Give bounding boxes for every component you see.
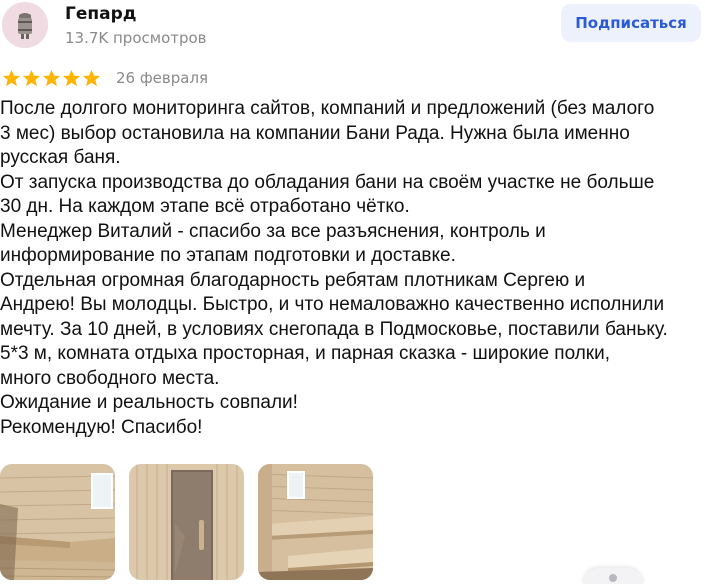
star-icon <box>62 69 81 86</box>
author-views-count: 13.7K просмотров <box>65 29 207 47</box>
review-text-line: От запуска производства до обладания бан… <box>0 171 655 193</box>
review-text-line: 30 дн. На каждом этапе всё отработано чё… <box>0 196 410 217</box>
dot-icon <box>609 574 617 582</box>
sauna-bucket-icon <box>2 2 48 48</box>
review-text-line: Андрею! Вы молодцы. Быстро, и что немало… <box>0 294 665 315</box>
sauna-glass-door-photo[interactable] <box>129 464 244 580</box>
rating-row: 26 февраля <box>2 67 208 89</box>
review-text-line: После долгого мониторинга сайтов, компан… <box>0 98 655 119</box>
review-date: 26 февраля <box>116 69 209 87</box>
author-name[interactable]: Гепард <box>65 4 136 24</box>
sauna-steam-room-benches-photo[interactable] <box>258 464 373 580</box>
review-text-line: мечту. За 10 дней, в условиях снегопада … <box>0 318 668 340</box>
review-text-line: Отдельная огромная благодарность ребятам… <box>0 269 586 291</box>
scroll-more-hint[interactable] <box>583 568 643 584</box>
review-text-line: русская баня. <box>0 147 121 168</box>
author-avatar[interactable] <box>2 2 48 48</box>
review-text-line: информирование по этапам подготовки и до… <box>0 245 456 266</box>
review-text-line: много свободного места. <box>0 367 220 389</box>
star-icon <box>42 69 61 86</box>
review-text-line: 3 мес) выбор остановила на компании Бани… <box>0 122 630 144</box>
star-icon <box>2 69 21 86</box>
review-text-line: Ожидание и реальность совпали! <box>0 392 298 413</box>
review-text-line: Менеджер Виталий - спасибо за все разъяс… <box>0 220 546 242</box>
star-icon <box>22 69 41 86</box>
review-text-line: Рекомендую! Спасибо! <box>0 416 203 438</box>
star-icon <box>82 69 101 86</box>
review-text-line: 5*3 м, комната отдыха просторная, и парн… <box>0 343 611 364</box>
review-header: Гепард 13.7K просмотров Подписаться <box>0 0 705 62</box>
sauna-interior-window-photo[interactable] <box>0 464 115 580</box>
subscribe-button[interactable]: Подписаться <box>561 4 701 42</box>
review-text: После долгого мониторинга сайтов, компан… <box>0 97 700 440</box>
